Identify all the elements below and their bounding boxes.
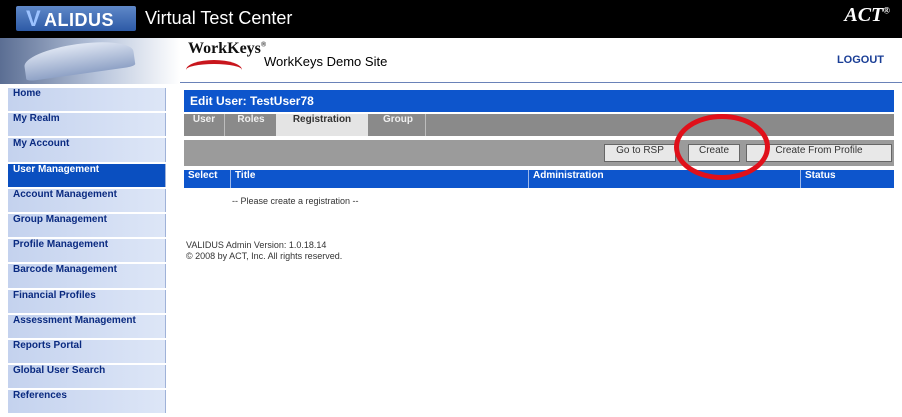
column-header-administration: Administration [528,170,800,188]
validus-logo-v: V [26,6,41,31]
workkeys-logo-text: WorkKeys [188,40,261,57]
mouse-graphic [0,36,180,84]
app-tagline: Virtual Test Center [145,8,293,28]
workkeys-swoosh-icon [186,60,242,80]
sidebar-item-my-realm[interactable]: My Realm [8,113,166,137]
sidebar-item-account-management[interactable]: Account Management [8,188,166,212]
tab-roles[interactable]: Roles [230,114,272,136]
sidebar-item-user-management[interactable]: User Management [8,163,166,187]
header-divider [180,82,902,83]
tab-divider [224,114,225,136]
act-logo-text: ACT [844,4,884,26]
logout-link[interactable]: LOGOUT [837,54,884,66]
top-banner: V ALIDUS Virtual Test Center ACT® [0,0,902,38]
go-to-rsp-button[interactable]: Go to RSP [604,144,676,162]
column-header-status: Status [800,170,894,188]
registration-table-header: Select Title Administration Status [184,170,894,188]
version-text: VALIDUS Admin Version: 1.0.18.14 [186,240,327,250]
computer-mouse-icon [22,36,136,82]
sidebar-item-reports-portal[interactable]: Reports Portal [8,339,166,364]
sidebar-item-references[interactable]: References [8,390,166,414]
sidebar-item-my-account[interactable]: My Account [8,138,166,162]
sidebar-item-assessment-management[interactable]: Assessment Management [8,314,166,338]
workkeys-logo: WorkKeys® [188,40,267,57]
sidebar-item-profile-management[interactable]: Profile Management [8,239,166,263]
sidebar-nav: Home My Realm My Account User Management… [8,88,166,415]
act-logo: ACT® [844,4,890,26]
empty-table-message: -- Please create a registration -- [232,196,359,206]
tab-registration[interactable]: Registration [276,114,368,136]
copyright-text: © 2008 by ACT, Inc. All rights reserved. [186,251,343,261]
sidebar-item-financial-profiles[interactable]: Financial Profiles [8,289,166,313]
create-button[interactable]: Create [688,144,740,162]
sidebar-item-barcode-management[interactable]: Barcode Management [8,264,166,288]
create-from-profile-button[interactable]: Create From Profile [746,144,892,162]
column-header-select: Select [188,170,218,181]
tab-group[interactable]: Group [372,114,424,136]
page-title: Edit User: TestUser78 [184,90,894,112]
tab-bar: User Roles Registration Group [184,114,894,136]
column-header-title: Title [230,170,528,188]
tab-user[interactable]: User [184,114,224,136]
sidebar-item-group-management[interactable]: Group Management [8,213,166,238]
tab-divider [425,114,426,136]
site-title: WorkKeys Demo Site [264,54,388,69]
footer-info: VALIDUS Admin Version: 1.0.18.14 © 2008 … [186,240,342,262]
sidebar-item-home[interactable]: Home [8,88,166,112]
action-toolbar: Go to RSP Create Create From Profile [184,140,894,166]
validus-logo-text: ALIDUS [44,10,114,30]
sidebar-item-global-user-search[interactable]: Global User Search [8,365,166,389]
